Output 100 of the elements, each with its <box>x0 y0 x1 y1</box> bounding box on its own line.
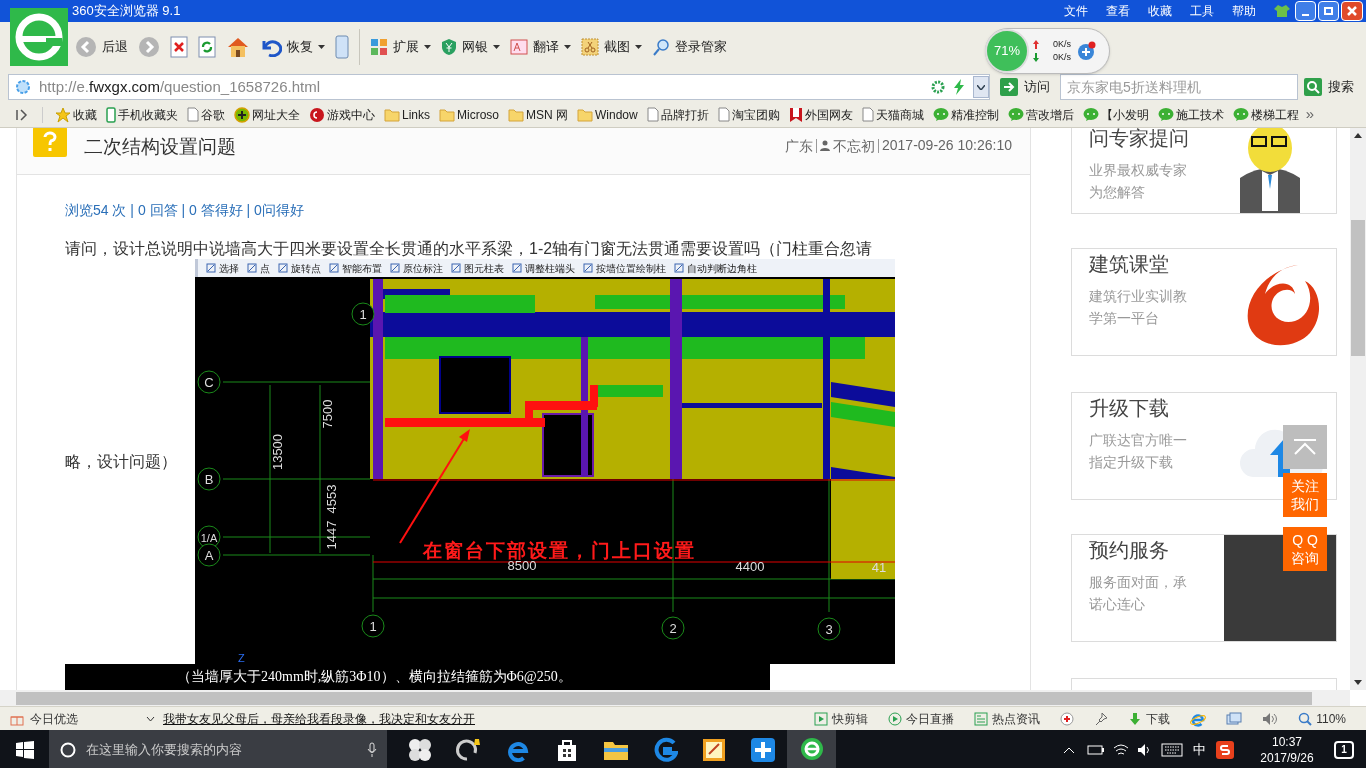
window-icon[interactable] <box>1226 711 1243 726</box>
promo-card[interactable]: 问专家提问 业界最权威专家为您解答 <box>1071 128 1337 214</box>
toolbar-button[interactable]: 网银 <box>441 32 500 62</box>
bookmark-item[interactable]: 收藏 <box>55 105 97 124</box>
tool-icon <box>512 263 522 273</box>
upload-arrow-icon <box>1033 40 1039 49</box>
author-link[interactable]: 不忘初 <box>833 138 879 153</box>
download-arrow-icon <box>1033 53 1039 62</box>
cad-tool-button[interactable]: 自动判断边角柱 <box>674 260 757 276</box>
bookmark-item[interactable]: 游戏中心 <box>309 105 375 124</box>
bookmark-item[interactable]: MSN 网 <box>508 105 569 124</box>
chevron-down-icon[interactable] <box>146 715 155 722</box>
browser-logo-icon[interactable] <box>10 8 68 66</box>
restore-button[interactable] <box>1318 1 1339 21</box>
clock[interactable]: 10:37 2017/9/26 <box>1250 734 1324 766</box>
lightning-icon[interactable] <box>953 79 965 95</box>
more-bookmarks[interactable]: » <box>1305 103 1315 126</box>
status-bar-item[interactable]: 下载 <box>1128 709 1171 728</box>
search-field[interactable]: 京东家电5折送料理机 <box>1060 74 1298 100</box>
bookmark-item[interactable]: 手机收藏夹 <box>106 105 178 124</box>
cad-tool-button[interactable]: 调整柱端头 <box>512 260 575 276</box>
toolbar-button[interactable]: 翻译 <box>510 32 571 62</box>
close-button[interactable] <box>1341 1 1363 21</box>
cad-tool-button[interactable]: 点 <box>247 260 270 276</box>
swirl-bell-icon <box>454 737 483 763</box>
toolbar-button[interactable]: 后退 <box>75 32 128 62</box>
taskbar-app-button[interactable] <box>787 730 836 768</box>
shirt-icon[interactable] <box>1273 4 1291 18</box>
toolbar-button[interactable]: 恢复 <box>260 32 325 62</box>
globe-icon <box>15 79 31 95</box>
status-bar-item[interactable]: 今日直播 <box>888 709 955 728</box>
taskbar-search-field[interactable]: 在这里输入你要搜索的内容 <box>49 730 387 768</box>
post-time: 2017-09-26 10:26:10 <box>882 136 1012 155</box>
visit-button[interactable]: 访问 <box>1000 77 1050 97</box>
bookmark-item[interactable]: 【小发明 <box>1082 105 1149 124</box>
bookmark-item[interactable]: Window <box>577 105 638 124</box>
bookmark-item[interactable]: 品牌打折 <box>646 105 709 124</box>
shopping-bag-icon <box>555 738 578 762</box>
card-description: 服务面对面，承诺心连心 <box>1089 573 1188 614</box>
notification-button[interactable]: 1 <box>1334 741 1354 759</box>
bookmark-item[interactable]: 谷歌 <box>187 105 225 124</box>
menu-item[interactable]: 工具 <box>1181 2 1223 20</box>
toolbar-button[interactable]: 截图 <box>581 32 642 62</box>
dimension-label: 1447 <box>324 520 339 550</box>
sidebar-toggle-icon[interactable] <box>16 108 30 121</box>
promo-card[interactable]: 建筑课堂 建筑行业实训教学第一平台 <box>1071 248 1337 356</box>
scroll-up-arrow-icon[interactable] <box>1354 133 1362 138</box>
search-button[interactable]: 搜索 <box>1304 77 1354 97</box>
toolbar-button[interactable]: 扩展 <box>370 32 431 62</box>
bookmark-item[interactable]: 楼梯工程 <box>1232 105 1299 124</box>
network-meter-widget[interactable]: 71% 0K/s 0K/s <box>985 28 1110 74</box>
bookmark-item[interactable]: 网址大全 <box>234 105 300 124</box>
bookmark-item[interactable]: Links <box>384 105 430 124</box>
minimize-button[interactable] <box>1295 1 1316 21</box>
windows-start-icon[interactable] <box>16 741 34 759</box>
cad-tool-button[interactable]: 图元柱表 <box>451 260 504 276</box>
menu-item[interactable]: 帮助 <box>1223 2 1265 20</box>
bookmark-item[interactable]: 淘宝团购 <box>717 105 780 124</box>
notepad-icon <box>701 738 726 762</box>
chat-bubble-icon <box>1232 107 1249 122</box>
daily-picks-label[interactable]: 今日优选 <box>30 709 78 728</box>
scrollbar-thumb[interactable] <box>1351 220 1365 356</box>
status-bar-item[interactable]: 快剪辑 <box>814 709 869 728</box>
menu-item[interactable]: 文件 <box>1055 2 1097 20</box>
horizontal-scrollbar[interactable] <box>0 690 1350 706</box>
medical-cross-icon[interactable] <box>1060 711 1075 726</box>
bookmark-item[interactable]: 施工技术 <box>1157 105 1224 124</box>
chevron-up-icon[interactable] <box>1063 746 1075 754</box>
bookmark-item[interactable]: 营改增后 <box>1007 105 1074 124</box>
dropdown-button[interactable] <box>973 76 989 98</box>
battery-icon[interactable] <box>1087 744 1105 756</box>
keyboard-icon[interactable] <box>1161 743 1183 757</box>
status-bar-item[interactable]: 110% <box>1298 709 1346 728</box>
bookmark-ribbon-icon <box>788 106 803 123</box>
cad-tool-button[interactable]: 原位标注 <box>390 260 443 276</box>
cad-tool-button[interactable]: 选择 <box>206 260 239 276</box>
cad-tool-button[interactable]: 按墙位置绘制柱 <box>583 260 666 276</box>
zoom-icon <box>1298 711 1313 726</box>
ime-indicator[interactable]: 中 <box>1193 740 1206 760</box>
question-text: 略，设计问题） <box>65 451 178 472</box>
menu-item[interactable]: 收藏 <box>1139 2 1181 20</box>
toolbar-button[interactable]: 登录管家 <box>652 32 727 62</box>
bookmark-item[interactable]: Microso <box>439 105 500 124</box>
vertical-scrollbar[interactable] <box>1350 128 1366 690</box>
sogou-s-icon[interactable] <box>1216 741 1234 759</box>
pin-icon[interactable] <box>1094 711 1109 726</box>
star-icon <box>55 106 71 123</box>
address-bar[interactable]: http://e.fwxgx.com/question_1658726.html <box>8 74 990 100</box>
scroll-down-arrow-icon[interactable] <box>1354 680 1362 685</box>
cad-tool-button[interactable]: 旋转点 <box>278 260 321 276</box>
bookmark-item[interactable]: 天猫商城 <box>861 105 924 124</box>
headline-link[interactable]: 我带女友见父母后，母亲给我看段录像，我决定和女友分开 <box>163 709 475 728</box>
cad-tool-button[interactable]: 智能布置 <box>329 260 382 276</box>
menu-item[interactable]: 查看 <box>1097 2 1139 20</box>
plus-icon[interactable] <box>1077 41 1097 61</box>
bookmark-item[interactable]: 外国网友 <box>788 105 853 124</box>
status-bar-item[interactable]: 热点资讯 <box>974 709 1041 728</box>
bookmark-item[interactable]: 精准控制 <box>932 105 999 124</box>
dimension-label: 4400 <box>735 559 765 574</box>
wifi-icon[interactable] <box>1113 743 1129 757</box>
